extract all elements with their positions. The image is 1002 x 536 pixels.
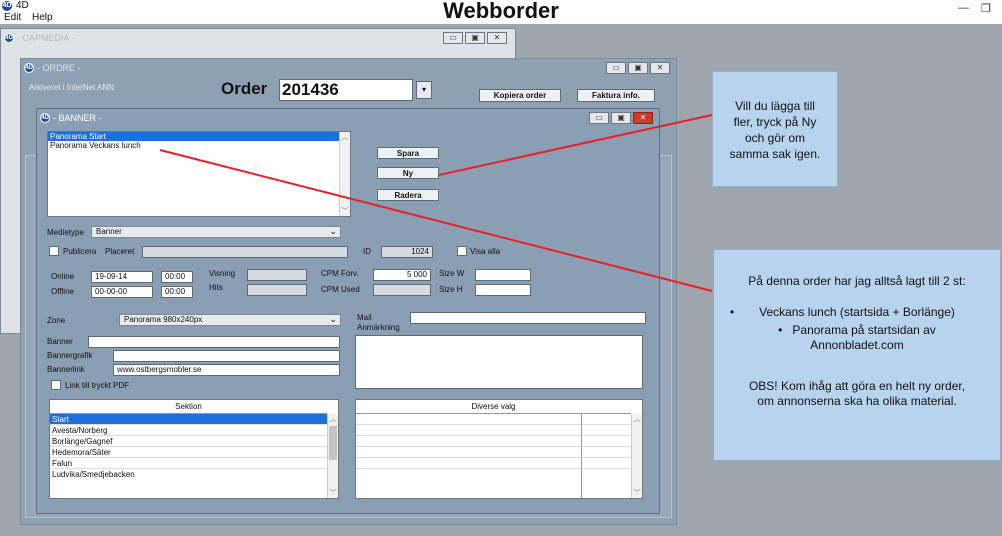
arrow-to-banner-list [159,149,713,292]
annotation-arrows [159,114,713,292]
arrow-to-ny-button [438,114,713,176]
